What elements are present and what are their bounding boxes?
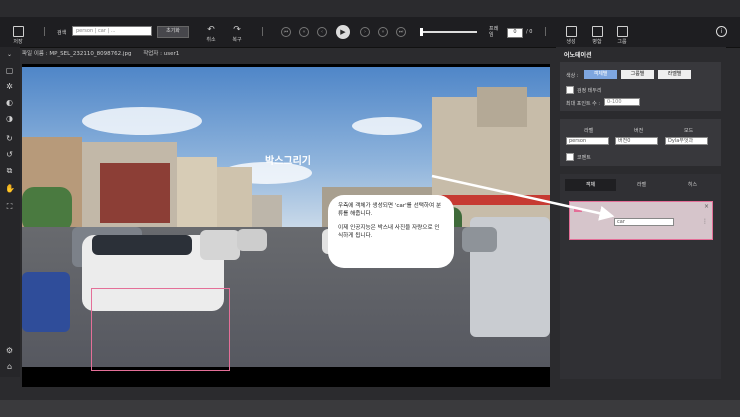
object-tabs: 객체 라벨 히스 (565, 179, 719, 191)
frame-input[interactable]: 0 (507, 28, 523, 38)
reset-button[interactable]: 초기화 (157, 26, 189, 38)
fit-icon[interactable]: ⛶ (5, 202, 14, 211)
frame-slider[interactable] (420, 28, 477, 36)
building (177, 157, 217, 232)
copy-icon[interactable]: ⧉ (5, 166, 14, 175)
version-select[interactable]: 버전0 (615, 137, 658, 145)
next-frame-button[interactable]: › (360, 27, 370, 37)
cloud (352, 117, 422, 135)
tooltip-line-2: 이제 인공지능은 박스내 사진을 자량으로 인식하게 됩니다. (338, 225, 440, 239)
windshield (92, 235, 192, 255)
file-name: 파일 이름 : MP_SEL_232110_8098762.jpg (22, 51, 132, 57)
file-info: 파일 이름 : MP_SEL_232110_8098762.jpg 작업자 : … (22, 49, 179, 57)
redo-icon: ↷ (233, 25, 241, 35)
close-icon[interactable]: × (704, 203, 709, 210)
tree (22, 187, 72, 232)
label-header: 라벨 (584, 128, 594, 134)
color-by-object-button[interactable]: 객체별 (584, 70, 617, 79)
first-frame-button[interactable]: ⏮ (281, 27, 291, 37)
search-input[interactable]: person | car | ... (72, 26, 152, 36)
canvas-title: 박스그리기 (265, 156, 311, 167)
last-frame-button[interactable]: ⏭ (396, 27, 406, 37)
comment-checkbox[interactable] (566, 153, 574, 161)
worker-name: 작업자 : user1 (143, 51, 180, 57)
save-button[interactable]: 저장 (11, 26, 25, 45)
settings-icon[interactable]: ✲ (5, 82, 14, 91)
contrast-icon[interactable]: ◑ (5, 114, 14, 123)
car (200, 230, 240, 260)
comment-label: 코멘트 (577, 155, 591, 161)
merge-button[interactable]: 병합 (589, 26, 605, 45)
tab-objects[interactable]: 객체 (565, 179, 616, 191)
save-icon (12, 26, 24, 37)
tab-labels[interactable]: 라벨 (616, 179, 667, 191)
building (477, 87, 527, 127)
left-toolbar: ⌄ ▢ ✲ ◐ ◑ ↻ ↺ ⧉ ✋ ⛶ ⚙ ⌂ (0, 47, 20, 377)
prev-frame-button[interactable]: ‹ (317, 27, 327, 37)
cursor-icon[interactable]: ▢ (5, 66, 14, 75)
building (217, 167, 252, 232)
max-points-label: 최대 포인트 수 : (566, 101, 601, 107)
color-by-label-button[interactable]: 라벨별 (658, 70, 691, 79)
slider-handle[interactable] (420, 28, 423, 36)
info-icon[interactable]: i (716, 26, 727, 37)
color-label: 색상 : (566, 73, 579, 79)
mode-select[interactable]: Dyla무엇과 (665, 137, 708, 145)
toolbar-divider (545, 27, 546, 36)
mode-header: 모드 (684, 128, 694, 134)
search-label: 검색 (57, 30, 67, 36)
chevron-down-icon[interactable]: ⌄ (5, 50, 14, 59)
group-icon (616, 26, 628, 37)
undo-button[interactable]: ↶ 취소 (203, 25, 219, 44)
tutorial-tooltip: 우측에 객체가 생성되면 'car'를 선택하여 분류를 해줍니다. 이제 인공… (328, 195, 454, 268)
bottom-bar (0, 400, 740, 417)
black-border-checkbox[interactable] (566, 86, 574, 94)
building (100, 163, 170, 223)
blue-car (22, 272, 70, 332)
cloud (82, 107, 202, 135)
car (237, 229, 267, 251)
toolbar-divider (44, 27, 45, 36)
group-button[interactable]: 그룹 (614, 26, 630, 45)
generate-icon (565, 26, 577, 37)
home-icon[interactable]: ⌂ (5, 362, 14, 371)
rotate-left-icon[interactable]: ↺ (5, 150, 14, 159)
merge-icon (591, 26, 603, 37)
rotate-right-icon[interactable]: ↻ (5, 134, 14, 143)
annotation-title: 어노테이션 (564, 52, 592, 59)
object-label-select[interactable]: car (614, 218, 674, 226)
play-button[interactable]: ▶ (336, 25, 350, 39)
generate-button[interactable]: 생성 (563, 26, 579, 45)
undo-icon: ↶ (207, 25, 215, 35)
redo-button[interactable]: ↷ 복구 (229, 25, 245, 44)
color-by-group-button[interactable]: 그룹별 (621, 70, 654, 79)
next-10-button[interactable]: » (378, 27, 388, 37)
gear-icon[interactable]: ⚙ (5, 346, 14, 355)
bounding-box[interactable] (91, 288, 230, 371)
frame-total: / 0 (526, 29, 533, 35)
object-card[interactable]: × car ⋮ (569, 201, 713, 240)
more-icon[interactable]: ⋮ (702, 218, 708, 225)
black-border-label: 검정 테두리 (577, 88, 602, 94)
toolbar-divider (262, 27, 263, 36)
prev-10-button[interactable]: « (299, 27, 309, 37)
max-points-input[interactable]: 0-100 (604, 98, 640, 106)
frame-label: 프레임 (489, 26, 499, 38)
annotation-app: 저장 검색 person | car | ... 초기화 ↶ 취소 ↷ 복구 ⏮… (0, 0, 740, 417)
object-color-swatch (574, 208, 582, 212)
label-select[interactable]: person (566, 137, 609, 145)
car (462, 227, 497, 252)
version-header: 버전 (634, 128, 644, 134)
image-canvas[interactable]: 박스그리기 우측에 객체가 생성되면 'car'를 선택하여 분류를 해줍니다.… (22, 64, 550, 387)
tab-history[interactable]: 히스 (667, 179, 718, 191)
tooltip-line-1: 우측에 객체가 생성되면 'car'를 선택하여 분류를 해줍니다. (338, 203, 442, 217)
brightness-icon[interactable]: ◐ (5, 98, 14, 107)
hand-icon[interactable]: ✋ (5, 184, 15, 193)
